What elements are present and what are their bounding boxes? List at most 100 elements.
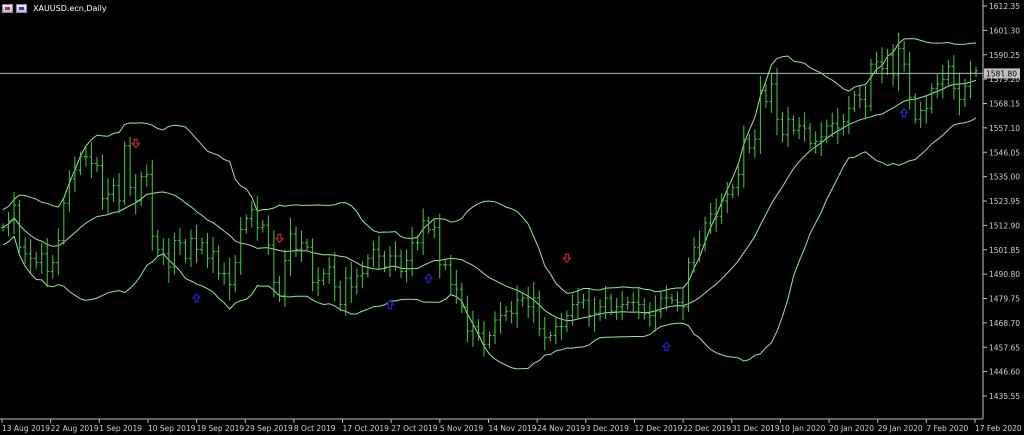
- price-bar: [642, 298, 647, 320]
- price-bar: [172, 233, 177, 275]
- price-label: 1490.80: [989, 270, 1020, 279]
- price-bar: [122, 141, 127, 205]
- price-bar: [150, 159, 155, 251]
- price-label: 1590.25: [989, 51, 1020, 60]
- price-bar: [752, 129, 757, 158]
- price-bar: [968, 60, 973, 99]
- price-bar: [542, 316, 547, 350]
- buy-arrow-icon: [661, 341, 672, 352]
- price-bar: [233, 255, 238, 293]
- date-label: 3 Dec 2019: [586, 424, 629, 433]
- price-bar: [454, 270, 459, 304]
- price-bar: [951, 55, 956, 100]
- price-bar: [28, 239, 33, 273]
- price-bar: [432, 218, 437, 239]
- price-bar: [614, 298, 619, 320]
- price-bar: [465, 295, 470, 343]
- price-bar: [238, 217, 243, 275]
- price-bar: [537, 290, 542, 337]
- price-axis-labels: 1612.35 1601.30 1590.25 1579.20 1568.15 1557.…: [983, 2, 1020, 401]
- price-label: 1523.95: [989, 197, 1020, 206]
- price-bar: [316, 266, 321, 297]
- date-label: 22 Dec 2019: [683, 424, 731, 433]
- price-bar: [100, 154, 105, 210]
- price-bar: [929, 83, 934, 114]
- price-bar: [730, 183, 735, 199]
- date-label: 14 Nov 2019: [489, 424, 537, 433]
- price-bar: [526, 286, 531, 318]
- price-bar: [376, 235, 381, 270]
- price-bar: [117, 173, 122, 214]
- lower-band: [2, 117, 977, 370]
- date-label: 10 Sep 2019: [148, 424, 196, 433]
- price-bar: [631, 292, 636, 313]
- price-label: 1579.20: [989, 75, 1020, 84]
- price-bar: [857, 86, 862, 109]
- price-bar: [387, 246, 392, 277]
- price-bar: [470, 310, 475, 347]
- price-bar: [227, 257, 232, 301]
- buy-arrow-icon: [423, 273, 434, 283]
- price-bar: [620, 291, 625, 321]
- price-bar: [714, 198, 719, 233]
- price-bar: [808, 122, 813, 149]
- date-label: 1 Sep 2019: [99, 424, 142, 433]
- price-chart[interactable]: 1581.80 1612.35 1601.30 1590.25 1579.20 1568…: [0, 0, 1024, 435]
- price-bar: [155, 229, 160, 256]
- price-bar: [338, 280, 343, 311]
- price-bar: [786, 106, 791, 148]
- price-bar: [763, 84, 768, 108]
- price-bar: [128, 137, 133, 197]
- price-bar: [371, 240, 376, 267]
- price-bar: [282, 249, 287, 307]
- price-bar: [343, 266, 348, 316]
- price-bar: [769, 72, 774, 113]
- price-bar: [222, 262, 227, 285]
- price-label: 1512.90: [989, 221, 1020, 230]
- price-bar: [747, 133, 752, 154]
- current-price-line-group: 1581.80: [0, 68, 1020, 79]
- signal-arrows: [130, 107, 909, 352]
- price-bar: [183, 238, 188, 263]
- date-label: 17 Oct 2019: [343, 424, 390, 433]
- price-bar: [587, 289, 592, 327]
- price-label: 1468.70: [989, 319, 1020, 328]
- date-label: 8 Oct 2019: [294, 424, 336, 433]
- chart-window[interactable]: XAUUSD.ecn,Daily 1581.80 1612.35 1601.30 1…: [0, 0, 1024, 435]
- price-bar: [481, 320, 486, 357]
- price-bar: [78, 151, 83, 176]
- price-bar: [194, 224, 199, 263]
- price-bar: [332, 252, 337, 302]
- price-bar: [598, 299, 603, 321]
- price-bar: [509, 301, 514, 324]
- price-bar: [437, 213, 442, 279]
- price-bar: [34, 251, 39, 270]
- date-label: 17 Feb 2020: [975, 424, 1022, 433]
- price-bar: [741, 125, 746, 188]
- price-bar: [144, 164, 149, 187]
- price-bar: [310, 238, 315, 292]
- date-label: 5 Nov 2019: [440, 424, 483, 433]
- price-bar: [106, 178, 111, 215]
- price-bar: [277, 276, 282, 303]
- price-label: 1446.60: [989, 368, 1020, 377]
- price-bar: [288, 218, 293, 277]
- price-bar: [6, 212, 11, 237]
- price-bar: [56, 228, 61, 275]
- price-bar: [94, 157, 99, 172]
- price-bar: [913, 93, 918, 124]
- price-bar: [564, 310, 569, 332]
- price-bar: [111, 177, 116, 202]
- price-bar: [974, 66, 978, 77]
- price-bar: [299, 230, 304, 262]
- price-bar: [133, 174, 138, 215]
- price-bar: [211, 236, 216, 273]
- price-bar: [559, 313, 564, 341]
- price-bar: [885, 48, 890, 75]
- price-bar: [515, 285, 520, 329]
- price-bar: [758, 75, 763, 154]
- date-label: 13 Aug 2019: [2, 424, 50, 433]
- price-label: 1479.75: [989, 295, 1020, 304]
- price-bar: [841, 113, 846, 136]
- price-bar: [708, 203, 713, 235]
